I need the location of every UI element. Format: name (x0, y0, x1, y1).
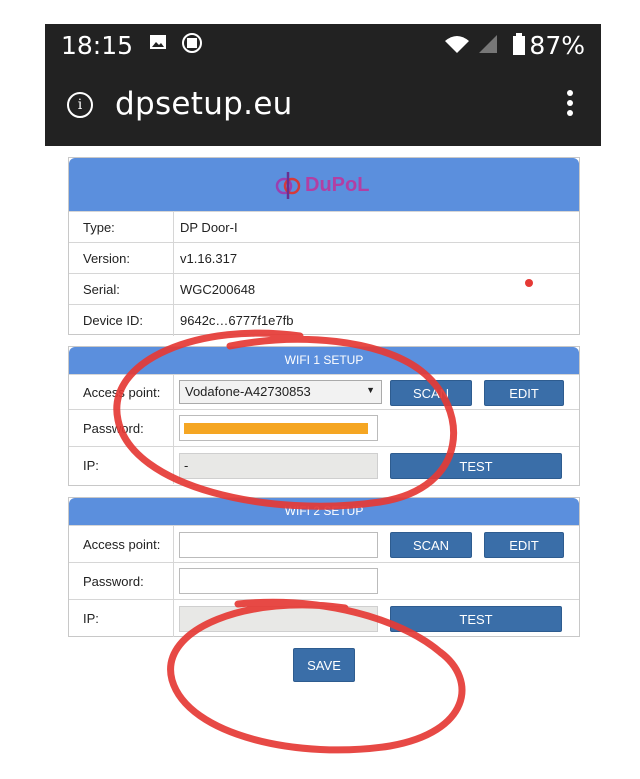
image-icon (149, 34, 167, 55)
save-button[interactable]: SAVE (293, 648, 355, 682)
wifi2-setup-panel: WIFI 2 SETUP Access point: SCAN EDIT Pas… (68, 497, 580, 637)
wifi1-password-row: Password: (69, 409, 579, 446)
info-value: 9642c…6777f1e7fb (180, 313, 294, 328)
wifi2-password-input[interactable] (179, 568, 378, 594)
info-row-serial: Serial: WGC200648 (69, 273, 579, 304)
info-label: Device ID: (83, 313, 143, 328)
status-bar: 18:15 87% (45, 24, 601, 68)
access-point-value: Vodafone-A42730853 (185, 384, 311, 399)
wifi2-edit-button[interactable]: EDIT (484, 532, 564, 558)
info-label: Version: (83, 250, 130, 266)
clock: 18:15 (61, 31, 134, 60)
info-row-version: Version: v1.16.317 (69, 242, 579, 273)
browser-address-bar[interactable]: i dpsetup.eu (45, 68, 601, 146)
wifi1-access-point-row: Access point: Vodafone-A42730853 ▼ SCAN … (69, 374, 579, 409)
wifi2-access-point-input[interactable] (179, 532, 378, 558)
wifi1-test-button[interactable]: TEST (390, 453, 562, 479)
battery-icon (513, 33, 525, 60)
redaction-bar (184, 423, 368, 434)
logo-header: DuPoL (69, 158, 579, 211)
wifi1-access-point-select[interactable]: Vodafone-A42730853 ▼ (179, 380, 382, 404)
ip-label: IP: (83, 458, 99, 473)
password-label: Password: (83, 420, 144, 436)
ip-value: - (184, 458, 189, 473)
url-text[interactable]: dpsetup.eu (115, 86, 293, 122)
red-dot-marker (525, 279, 533, 287)
wifi2-ip-field (179, 606, 378, 632)
password-label: Password: (83, 573, 144, 589)
wifi1-ip-field: - (179, 453, 378, 479)
info-icon[interactable]: i (67, 92, 93, 118)
wifi2-ip-row: IP: TEST (69, 599, 579, 637)
info-value: DP Door-I (180, 219, 238, 235)
wifi2-test-button[interactable]: TEST (390, 606, 562, 632)
info-value: WGC200648 (180, 281, 256, 297)
more-menu-icon[interactable] (567, 90, 573, 120)
wifi1-setup-panel: WIFI 1 SETUP Access point: Vodafone-A427… (68, 346, 580, 486)
logo-text: DuPoL (305, 174, 370, 196)
wifi1-ip-row: IP: - TEST (69, 446, 579, 484)
dupol-logo-icon (275, 170, 301, 205)
wifi1-password-input[interactable] (179, 415, 378, 441)
info-label: Type: (83, 219, 115, 235)
wifi1-title: WIFI 1 SETUP (69, 347, 579, 374)
wifi2-access-point-row: Access point: SCAN EDIT (69, 525, 579, 562)
wifi-icon (443, 34, 471, 59)
wifi2-title: WIFI 2 SETUP (69, 498, 579, 525)
access-point-label: Access point: (83, 536, 161, 552)
info-label: Serial: (83, 281, 120, 297)
wifi2-scan-button[interactable]: SCAN (390, 532, 472, 558)
access-point-label: Access point: (83, 384, 161, 400)
battery-percent: 87% (529, 31, 585, 60)
info-value: v1.16.317 (180, 250, 238, 266)
chevron-down-icon: ▼ (366, 385, 375, 395)
wifi1-scan-button[interactable]: SCAN (390, 380, 472, 406)
info-row-device-id: Device ID: 9642c…6777f1e7fb (69, 304, 579, 336)
ip-label: IP: (83, 611, 99, 626)
wifi2-password-row: Password: (69, 562, 579, 599)
device-info-panel: DuPoL Type: DP Door-I Version: v1.16.317… (68, 157, 580, 336)
signal-icon (477, 34, 499, 59)
wifi1-edit-button[interactable]: EDIT (484, 380, 564, 406)
sim-icon (181, 32, 203, 59)
info-row-type: Type: DP Door-I (69, 211, 579, 242)
